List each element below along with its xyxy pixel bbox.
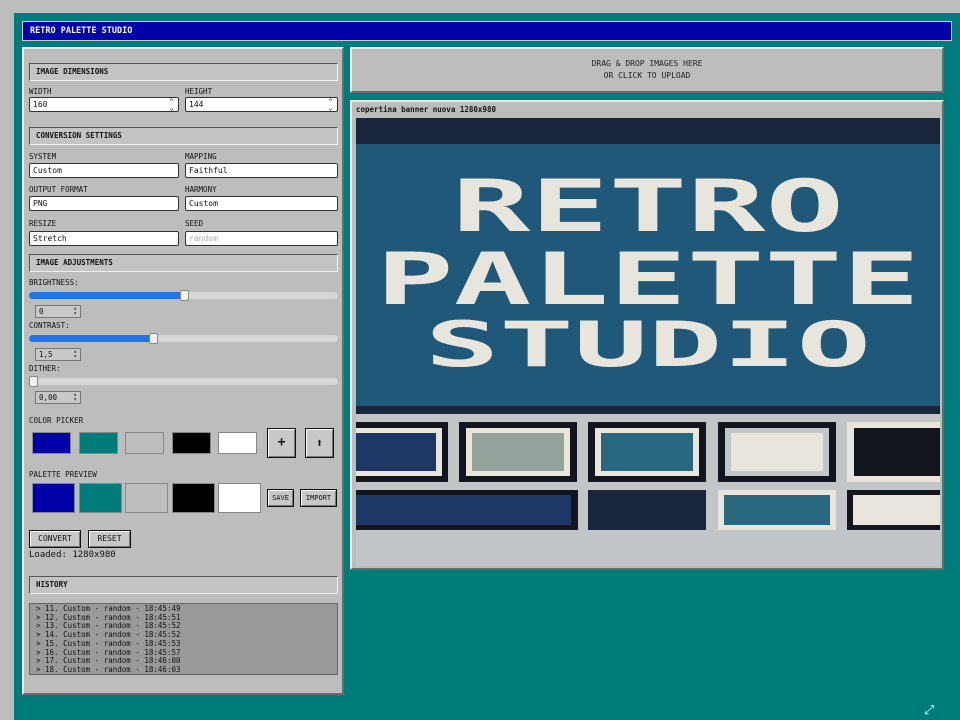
expand-icon[interactable]: ⤢ [924,703,934,718]
picker-swatch-black[interactable] [172,432,211,454]
stepper-icon[interactable]: ⌃ ⌄ [169,98,174,112]
brightness-slider-fill [29,292,184,299]
mapping-label: MAPPING [185,152,217,161]
plus-icon: + [277,435,286,450]
palette-swatch-teal [79,483,122,513]
harmony-label: HARMONY [185,185,217,194]
dropzone-line-1: DRAG & DROP IMAGES HERE [591,59,703,68]
stepper-icon[interactable]: ⌃ ⌄ [328,98,333,112]
seed-input[interactable]: random [185,231,338,246]
output-format-select[interactable]: PNG [29,196,179,211]
convert-button[interactable]: CONVERT [29,530,81,548]
history-item[interactable]: > 18. Custom - random - 18:46:03 [36,665,331,674]
resize-select[interactable]: Stretch [29,231,179,246]
contrast-value-input[interactable]: 1,5 ▴ ▾ [35,348,81,361]
system-select[interactable]: Custom [29,163,179,178]
section-conversion-settings: CONVERSION SETTINGS [29,127,338,145]
palette-swatch-blue [32,483,75,513]
contrast-slider-fill [29,335,153,342]
dither-slider-thumb[interactable] [29,376,38,387]
dither-label: DITHER: [29,364,61,373]
contrast-slider[interactable] [29,333,338,344]
height-label: HEIGHT [185,87,213,96]
width-label: WIDTH [29,87,52,96]
picker-swatch-blue[interactable] [32,432,71,454]
reset-button[interactable]: RESET [88,530,131,548]
preview-image: RETRO PALETTE STUDIO [356,118,940,566]
upload-dropzone[interactable]: DRAG & DROP IMAGES HERE OR CLICK TO UPLO… [350,47,944,93]
brightness-label: BRIGHTNESS: [29,278,79,287]
section-image-adjustments: IMAGE ADJUSTMENTS [29,254,338,272]
stepper-icon[interactable]: ▴ ▾ [73,349,77,360]
save-palette-button[interactable]: SAVE [267,489,294,507]
width-input[interactable]: 160 ⌃ ⌄ [29,97,179,112]
contrast-slider-thumb[interactable] [148,333,158,344]
status-text: Loaded: 1280x980 [29,550,116,560]
image-preview-panel: copertina banner nuova 1280x980 RETRO PA… [350,100,944,570]
picker-swatch-white[interactable] [218,432,257,454]
import-palette-button[interactable]: IMPORT [300,489,337,507]
brightness-slider-thumb[interactable] [179,290,189,301]
brightness-value-input[interactable]: 0 ▴ ▾ [35,305,81,318]
dither-slider[interactable] [29,376,338,387]
height-input[interactable]: 144 ⌃ ⌄ [185,97,338,112]
resize-label: RESIZE [29,219,57,228]
system-label: SYSTEM [29,152,57,161]
add-color-button[interactable]: + [267,428,296,458]
contrast-label: CONTRAST: [29,321,70,330]
picker-swatch-gray[interactable] [125,432,164,454]
section-image-dimensions: IMAGE DIMENSIONS [29,63,338,81]
banner-text-line-3: STUDIO [425,308,871,381]
mapping-select[interactable]: Faithful [185,163,338,178]
stepper-icon[interactable]: ▴ ▾ [73,392,77,403]
output-format-label: OUTPUT FORMAT [29,185,88,194]
seed-label: SEED [185,219,204,228]
palette-swatch-black [172,483,215,513]
app-window: RETRO PALETTE STUDIO IMAGE DIMENSIONS WI… [14,13,960,720]
history-list[interactable]: > 11. Custom - random - 18:45:49 > 12. Cu… [29,603,338,675]
upload-icon: ⬆ [315,436,324,450]
preview-filename: copertina banner nuova 1280x980 [356,105,496,114]
color-picker-label: COLOR PICKER [29,416,84,425]
banner-text-line-1: RETRO [452,164,844,248]
picker-swatch-teal[interactable] [79,432,118,454]
app-title: RETRO PALETTE STUDIO [22,21,952,41]
harmony-select[interactable]: Custom [185,196,338,211]
palette-swatch-white [218,483,261,513]
sidebar: IMAGE DIMENSIONS WIDTH HEIGHT 160 ⌃ ⌄ 144 ⌃… [22,47,344,695]
palette-preview-label: PALETTE PREVIEW [29,470,97,479]
brightness-slider[interactable] [29,290,338,301]
dither-value-input[interactable]: 0,00 ▴ ▾ [35,391,81,404]
section-history: HISTORY [29,576,338,594]
stepper-icon[interactable]: ▴ ▾ [73,306,77,317]
palette-swatch-gray [125,483,168,513]
upload-palette-button[interactable]: ⬆ [305,428,334,458]
dropzone-line-2: OR CLICK TO UPLOAD [603,71,691,80]
